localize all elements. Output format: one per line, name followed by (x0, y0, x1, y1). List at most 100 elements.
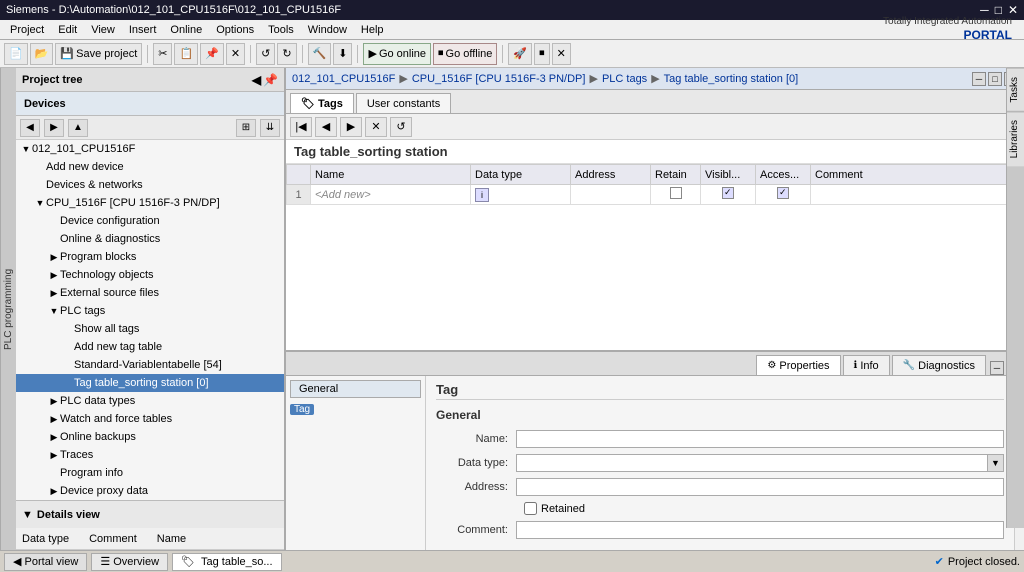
menu-tools[interactable]: Tools (262, 22, 300, 38)
devices-tab[interactable]: Devices (16, 92, 284, 116)
tree-header-collapse[interactable]: ◀ (252, 73, 261, 87)
general-menu-item[interactable]: General (290, 380, 421, 398)
tree-grid-button[interactable]: ⊞ (236, 119, 256, 137)
tree-item-traces[interactable]: ▶Traces (16, 446, 284, 464)
retain-checkbox[interactable] (670, 187, 682, 199)
window-minimize-btn[interactable]: ─ (972, 72, 986, 86)
tag-first-btn[interactable]: |◀ (290, 117, 312, 137)
tree-item-device-config[interactable]: Device configuration (16, 212, 284, 230)
tree-item-add-new-tag[interactable]: Add new tag table (16, 338, 284, 356)
tree-item-show-all-tags[interactable]: Show all tags (16, 320, 284, 338)
tree-item-plc-tags[interactable]: ▼PLC tags (16, 302, 284, 320)
tree-item-tag-sorting[interactable]: Tag table_sorting station [0] (16, 374, 284, 392)
col-visible[interactable]: Visibl... (701, 165, 756, 185)
sidebar-tasks[interactable]: Tasks (1007, 68, 1024, 111)
tree-arrow-watch-force[interactable]: ▶ (48, 414, 60, 425)
prop-datatype-dropdown[interactable]: ▼ (988, 454, 1004, 472)
redo-button[interactable]: ↻ (277, 43, 296, 65)
menu-online[interactable]: Online (164, 22, 208, 38)
tree-item-online-backups[interactable]: ▶Online backups (16, 428, 284, 446)
row-address[interactable] (571, 185, 651, 205)
col-comment[interactable]: Comment (811, 165, 1024, 185)
tag-table-tab-button[interactable]: 🏷 Tag table_so... (172, 553, 282, 571)
tree-expand-button[interactable]: ⇊ (260, 119, 280, 137)
tree-item-program-blocks[interactable]: ▶Program blocks (16, 248, 284, 266)
prop-name-input[interactable] (516, 430, 1004, 448)
tree-item-online-diag[interactable]: Online & diagnostics (16, 230, 284, 248)
menu-project[interactable]: Project (4, 22, 50, 38)
plc-programming-label[interactable]: PLC programming (0, 68, 16, 550)
tree-arrow-plc-tags[interactable]: ▼ (48, 306, 60, 316)
start-simulation-button[interactable]: 🚀 (508, 43, 532, 65)
tree-item-add-device[interactable]: Add new device (16, 158, 284, 176)
breadcrumb-part-3[interactable]: PLC tags (602, 73, 647, 85)
tree-arrow-traces[interactable]: ▶ (48, 450, 60, 461)
col-retain[interactable]: Retain (651, 165, 701, 185)
tree-item-devices-networks[interactable]: Devices & networks (16, 176, 284, 194)
maximize-button[interactable]: □ (995, 3, 1002, 17)
row-name[interactable]: <Add new> (311, 185, 471, 205)
portal-view-button[interactable]: ◀ Portal view (4, 553, 87, 571)
new-button[interactable]: 📄 (4, 43, 28, 65)
window-restore-btn[interactable]: □ (988, 72, 1002, 86)
tree-arrow-program-blocks[interactable]: ▶ (48, 252, 60, 263)
col-datatype[interactable]: Data type (471, 165, 571, 185)
tree-arrow-online-backups[interactable]: ▶ (48, 432, 60, 443)
menu-insert[interactable]: Insert (123, 22, 163, 38)
go-offline-button[interactable]: ⏹ Go offline (433, 43, 497, 65)
tag-refresh-btn[interactable]: ↺ (390, 117, 412, 137)
prop-comment-input[interactable] (516, 521, 1004, 539)
tree-arrow-ext-source[interactable]: ▶ (48, 288, 60, 299)
tree-item-tech-objects[interactable]: ▶Technology objects (16, 266, 284, 284)
tab-user-constants[interactable]: User constants (356, 93, 451, 113)
tree-back-button[interactable]: ◀ (20, 119, 40, 137)
breadcrumb-part-2[interactable]: CPU_1516F [CPU 1516F-3 PN/DP] (412, 73, 586, 85)
col-accessible[interactable]: Acces... (756, 165, 811, 185)
tree-arrow-cpu[interactable]: ▼ (34, 198, 46, 208)
paste-button[interactable]: 📌 (200, 43, 224, 65)
details-view-header[interactable]: ▼ Details view (16, 500, 284, 528)
menu-help[interactable]: Help (355, 22, 390, 38)
open-button[interactable]: 📂 (30, 43, 54, 65)
row-accessible[interactable] (756, 185, 811, 205)
tag-next-btn[interactable]: ▶ (340, 117, 362, 137)
tag-prev-btn[interactable]: ◀ (315, 117, 337, 137)
tree-arrow-plc-data-types[interactable]: ▶ (48, 396, 60, 407)
tree-item-device-proxy[interactable]: ▶Device proxy data (16, 482, 284, 500)
tree-item-standard-var[interactable]: Standard-Variablentabelle [54] (16, 356, 284, 374)
overview-button[interactable]: ☰ Overview (91, 553, 168, 571)
tree-arrow-device-proxy[interactable]: ▶ (48, 486, 60, 497)
sidebar-libraries[interactable]: Libraries (1007, 111, 1024, 166)
menu-options[interactable]: Options (210, 22, 260, 38)
tag-delete-btn[interactable]: ✕ (365, 117, 387, 137)
tree-arrow-tech-objects[interactable]: ▶ (48, 270, 60, 281)
copy-button[interactable]: 📋 (174, 43, 198, 65)
breadcrumb-part-4[interactable]: Tag table_sorting station [0] (664, 73, 799, 85)
accessible-checkbox[interactable] (777, 187, 789, 199)
delete-button[interactable]: ✕ (226, 43, 245, 65)
compile-button[interactable]: 🔨 (308, 43, 332, 65)
prop-datatype-input[interactable] (516, 454, 988, 472)
tree-item-plc-data-types[interactable]: ▶PLC data types (16, 392, 284, 410)
prop-retained-checkbox[interactable] (524, 502, 537, 515)
stop-simulation-button[interactable]: ⏹ (534, 43, 550, 65)
tree-header-pin[interactable]: 📌 (263, 73, 278, 87)
close-button[interactable]: ✕ (1008, 3, 1018, 17)
row-visible[interactable] (701, 185, 756, 205)
row-comment[interactable] (811, 185, 1024, 205)
row-retain[interactable] (651, 185, 701, 205)
go-online-button[interactable]: ▶ Go online (363, 43, 431, 65)
tree-item-root[interactable]: ▼012_101_CPU1516F (16, 140, 284, 158)
tree-up-button[interactable]: ▲ (68, 119, 88, 137)
tab-tags[interactable]: 🏷 Tags (290, 93, 354, 113)
menu-edit[interactable]: Edit (52, 22, 83, 38)
tree-item-watch-force[interactable]: ▶Watch and force tables (16, 410, 284, 428)
tree-arrow-root[interactable]: ▼ (20, 144, 32, 154)
cut-button[interactable]: ✂ (153, 43, 172, 65)
visible-checkbox[interactable] (722, 187, 734, 199)
breadcrumb-part-1[interactable]: 012_101_CPU1516F (292, 73, 395, 85)
col-address[interactable]: Address (571, 165, 651, 185)
tab-info[interactable]: ℹ Info (843, 355, 890, 375)
tree-forward-button[interactable]: ▶ (44, 119, 64, 137)
tree-item-program-info[interactable]: Program info (16, 464, 284, 482)
